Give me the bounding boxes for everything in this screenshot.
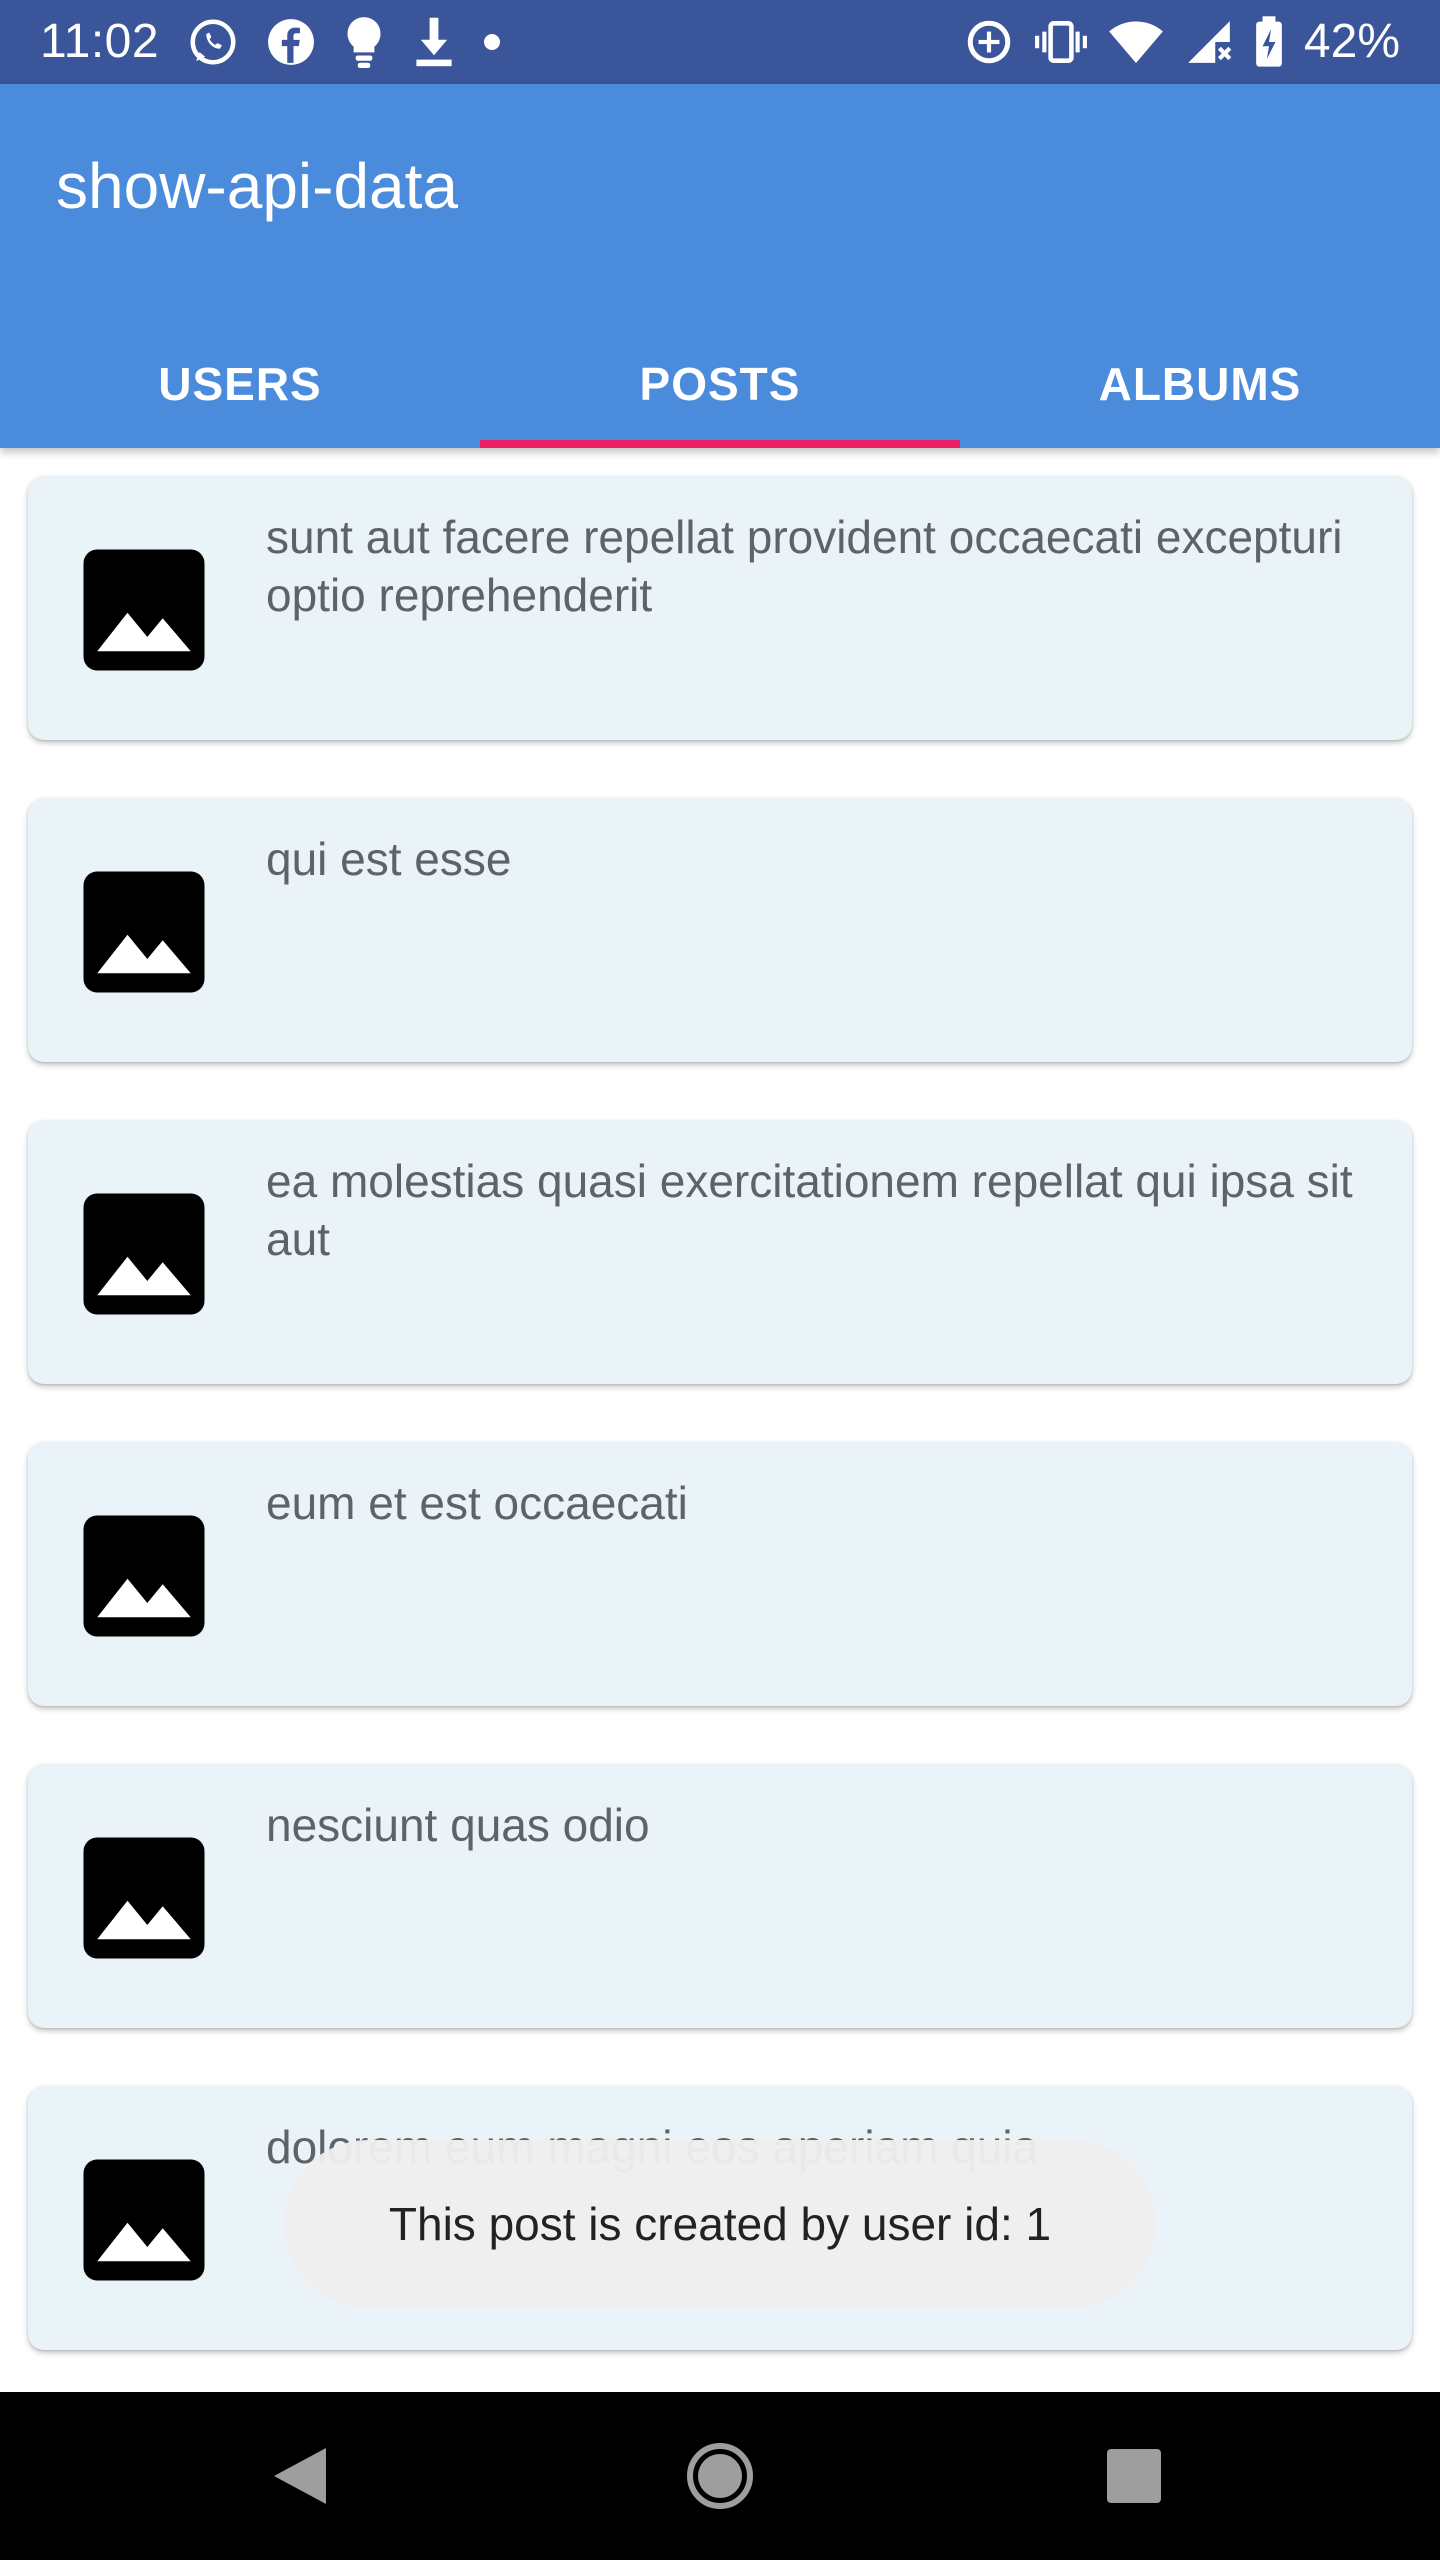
tab-bar: USERS POSTS ALBUMS [0, 320, 1440, 448]
system-icons: 42% [964, 10, 1400, 74]
screen: 11:02 42% show-api-data USERS POSTS ALBU… [0, 0, 1440, 2560]
battery-percent: 42% [1303, 15, 1400, 68]
app-title: show-api-data [56, 150, 458, 222]
post-title: nesciunt quas odio [266, 1799, 650, 1851]
post-title: sunt aut facere repellat provident occae… [266, 511, 1343, 621]
post-card[interactable]: nesciunt quas odio [28, 1764, 1412, 2028]
status-bar: 11:02 42% [0, 0, 1440, 84]
tab-albums[interactable]: ALBUMS [960, 320, 1440, 448]
post-card[interactable]: ea molestias quasi exercitationem repell… [28, 1120, 1412, 1384]
post-card[interactable]: sunt aut facere repellat provident occae… [28, 476, 1412, 740]
home-button[interactable] [620, 2392, 820, 2560]
navigation-bar [0, 2392, 1440, 2560]
post-title: eum et est occaecati [266, 1477, 688, 1529]
tab-users-label: USERS [158, 358, 322, 410]
data-saver-icon [967, 20, 1011, 64]
tab-albums-label: ALBUMS [1098, 358, 1302, 410]
post-title: qui est esse [266, 833, 512, 885]
image-icon [83, 871, 205, 993]
back-icon [274, 2448, 326, 2504]
lightbulb-icon [347, 17, 381, 68]
status-time: 11:02 [40, 15, 160, 68]
tab-posts[interactable]: POSTS [480, 320, 960, 448]
post-card[interactable]: qui est esse [28, 798, 1412, 1062]
vibrate-icon [1034, 21, 1087, 63]
image-icon [83, 549, 205, 671]
posts-list[interactable]: sunt aut facere repellat provident occae… [0, 448, 1440, 2392]
whatsapp-icon [190, 19, 236, 65]
app-bar: show-api-data USERS POSTS ALBUMS [0, 84, 1440, 448]
back-button[interactable] [200, 2392, 400, 2560]
tab-indicator [480, 440, 960, 448]
tab-users[interactable]: USERS [0, 320, 480, 448]
download-icon [416, 17, 452, 67]
image-icon [83, 1515, 205, 1637]
wifi-icon [1109, 21, 1163, 63]
image-icon [83, 1837, 205, 1959]
post-title: ea molestias quasi exercitationem repell… [266, 1155, 1353, 1265]
recents-button[interactable] [1034, 2392, 1234, 2560]
toast-text: This post is created by user id: 1 [388, 2198, 1052, 2250]
home-icon [687, 2443, 753, 2509]
signal-icon [1188, 21, 1232, 63]
post-card[interactable]: eum et est occaecati [28, 1442, 1412, 1706]
battery-charging-icon [1256, 16, 1282, 67]
facebook-icon [268, 19, 314, 65]
image-icon [83, 2159, 205, 2281]
recents-icon [1107, 2449, 1161, 2503]
tab-posts-label: POSTS [639, 358, 801, 410]
dot-icon [484, 34, 500, 50]
notification-icons [186, 14, 502, 70]
toast-message: This post is created by user id: 1 [284, 2140, 1156, 2308]
image-icon [83, 1193, 205, 1315]
